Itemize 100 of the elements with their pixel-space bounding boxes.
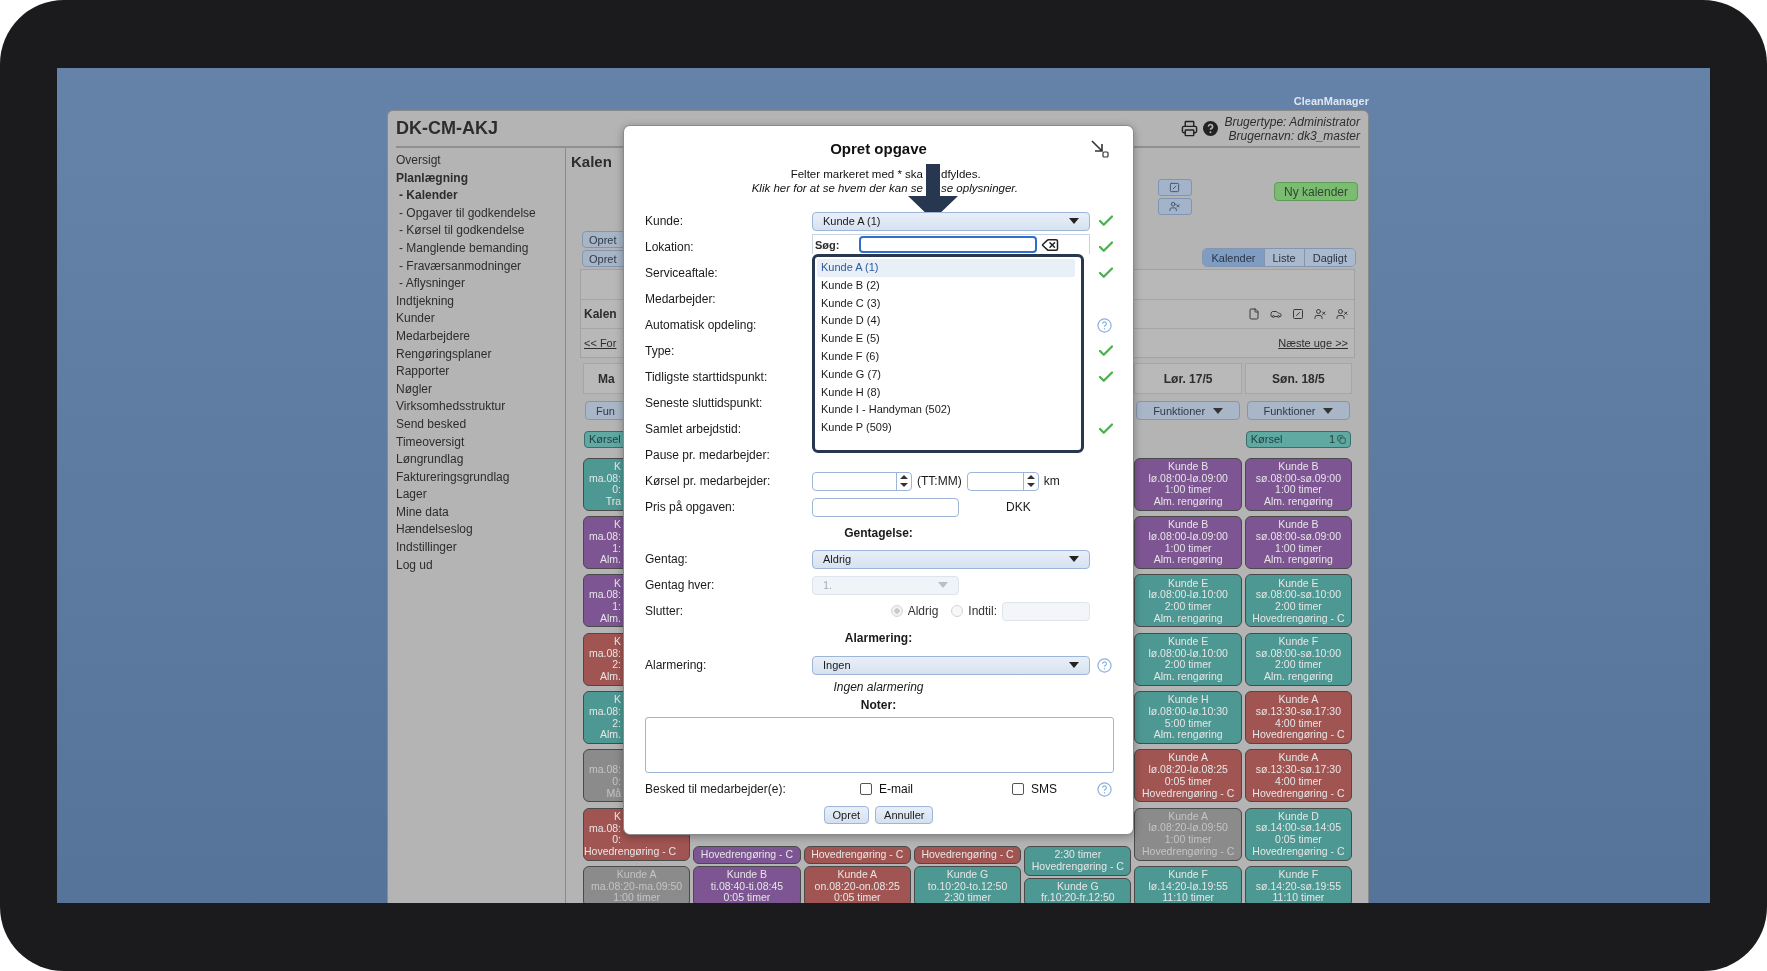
sidebar-subitem[interactable]: - Opgaver til godkendelse [396,204,565,223]
unit-label: km [1043,474,1060,488]
sidebar-item[interactable]: Rapporter [396,363,565,381]
previous-week-link[interactable]: << For [584,337,617,349]
sidebar-subitem[interactable]: - Fraværsanmodninger [396,257,565,276]
select-field[interactable]: Kunde A (1) [812,211,1090,231]
checkbox[interactable] [860,783,872,795]
sidebar-item[interactable]: Indtjekning [396,292,565,311]
resize-icon[interactable] [1091,140,1109,158]
sidebar-item[interactable]: Send besked [396,415,565,434]
next-week-link[interactable]: Næste uge >> [1278,337,1348,349]
view-tab[interactable]: Liste [1263,249,1304,266]
copy-icon [1337,434,1347,444]
slashed-square-icon [1169,182,1181,193]
dialog-button[interactable]: Opret [823,806,870,824]
sidebar-item[interactable]: Timeoversigt [396,433,565,452]
task-card[interactable]: Hovedrengøring - C [803,846,911,864]
task-card[interactable]: Kunde A sø.13:30-sø.17:30 4:00 timer Hovedrengøring - C [1244,749,1353,803]
caret-icon [1069,218,1079,224]
search-input[interactable] [859,236,1037,253]
sidebar-item[interactable]: Løngrundlag [396,451,565,469]
task-card[interactable]: Kunde B sø.08:00-sø.09:00 1:00 timer Alm. rengøring [1244,516,1353,570]
sidebar-item[interactable]: Oversigt [396,152,565,170]
caret-icon [1069,556,1079,562]
app-title: DK-CM-AKJ [396,118,499,139]
note-text[interactable]: se oplysninger. [941,181,1018,195]
price-input[interactable] [812,497,959,517]
customer-option[interactable]: Kunde E (5) [817,330,1075,348]
customer-option[interactable]: Kunde P (509) [817,419,1075,437]
customer-option[interactable]: Kunde B (2) [817,276,1075,295]
sidebar-subitem[interactable]: - Kalender [396,187,565,205]
field-label: Seneste sluttidspunkt: [645,396,764,410]
field-label: Medarbejder: [645,292,717,306]
sidebar-item[interactable]: Planlægning [396,169,565,188]
sidebar-item[interactable]: Mine data [396,503,565,522]
view-tab[interactable]: Dagligt [1303,249,1355,266]
new-calendar-button[interactable]: Ny kalender [1273,182,1358,201]
field-label: Type: [645,344,676,358]
functions-dropdown[interactable]: Funktioner [1136,401,1240,421]
toolbar-button[interactable] [1157,179,1192,196]
time-spinner-field[interactable] [812,471,912,491]
radio-label: Aldrig [907,604,939,618]
distance-spinner-field[interactable] [966,471,1039,491]
select-field[interactable]: Ingen [812,655,1090,675]
task-card[interactable]: Kunde B sø.08:00-sø.09:00 1:00 timer Alm. rengøring [1244,457,1353,511]
sidebar-item[interactable]: Kunder [396,310,565,328]
sidebar-item[interactable]: Hændelseslog [396,521,565,540]
driving-chip[interactable]: Kørsel 1 [1245,430,1352,448]
sidebar-item[interactable]: Nøgler [396,380,565,399]
sidebar-item[interactable]: Virksomhedsstruktur [396,398,565,416]
person-cross-icon[interactable] [1336,308,1348,320]
brand-label: CleanManager [1292,95,1369,109]
car-icon[interactable] [1270,308,1282,320]
field-label: Pris på opgaven: [645,500,737,514]
radio-label: Indtil: [968,604,997,618]
sidebar-item[interactable]: Rengøringsplaner [396,345,565,364]
task-card[interactable]: Kunde A sø.13:30-sø.17:30 4:00 timer Hovedrengøring - C [1244,691,1353,745]
checkbox[interactable] [1012,783,1024,795]
customer-option[interactable]: Kunde D (4) [817,312,1075,331]
task-card[interactable]: Hovedrengøring - C [693,846,801,864]
slashed-square-icon[interactable] [1292,308,1304,320]
sidebar-subitem[interactable]: - Kørsel til godkendelse [396,222,565,240]
customer-option[interactable]: Kunde F (6) [817,348,1075,366]
sidebar-item[interactable]: Faktureringsgrundlag [396,468,565,487]
help-icon[interactable] [1203,121,1219,136]
day-header: Lør. 17/5 [1134,363,1242,394]
sidebar-subitem[interactable]: - Manglende bemanding [396,239,565,258]
task-card[interactable]: Kunde A lø.08:20-lø.08:25 0:05 timer Hovedrengøring - C [1134,749,1242,803]
person-cross-icon[interactable] [1314,308,1326,320]
customer-option[interactable]: Kunde G (7) [817,365,1075,384]
task-card[interactable]: Kunde B lø.08:00-lø.09:00 1:00 timer Alm. rengøring [1134,457,1242,511]
checkbox-label: E-mail [879,782,913,796]
task-card[interactable]: Kunde B ti.08:40-ti.08:45 0:05 timer [693,865,801,903]
task-card[interactable]: Hovedrengøring - C [913,846,1022,864]
sidebar-item[interactable]: Log ud [396,556,565,575]
printer-icon[interactable] [1181,120,1199,137]
field-label: Besked til medarbejder(e): [645,782,787,796]
customer-option[interactable]: Kunde A (1) [817,259,1075,277]
functions-dropdown[interactable]: Funktioner [1246,401,1351,421]
task-card[interactable]: Kunde A on.08:20-on.08:25 0:05 timer [803,865,911,903]
search-label: Søg: [815,238,841,251]
sidebar-item[interactable]: Indstillinger [396,539,565,557]
toolbar-button[interactable] [1157,198,1192,215]
customer-option[interactable]: Kunde C (3) [817,294,1075,313]
end-date-input[interactable] [1002,601,1090,621]
spinner-arrows-icon[interactable] [1026,475,1035,487]
sidebar-subitem[interactable]: - Aflysninger [396,275,565,293]
customer-option[interactable]: Kunde I - Handyman (502) [817,401,1075,420]
field-label: Slutter: [645,604,684,618]
select-field[interactable]: Aldrig [812,549,1090,569]
note-text[interactable]: Klik her for at se hvem der kan se [751,181,923,195]
view-tab[interactable]: Kalender [1203,249,1264,266]
document-icon[interactable] [1248,308,1260,320]
sidebar-item[interactable]: Medarbejdere [396,327,565,346]
currency-label: DKK [1006,500,1031,514]
sidebar-item[interactable]: Lager [396,486,565,504]
dialog-button[interactable]: Annuller [875,806,934,824]
customer-option[interactable]: Kunde H (8) [817,383,1075,402]
task-card[interactable]: Kunde B lø.08:00-lø.09:00 1:00 timer Alm. rengøring [1134,516,1242,570]
spinner-arrows-icon[interactable] [900,475,908,487]
